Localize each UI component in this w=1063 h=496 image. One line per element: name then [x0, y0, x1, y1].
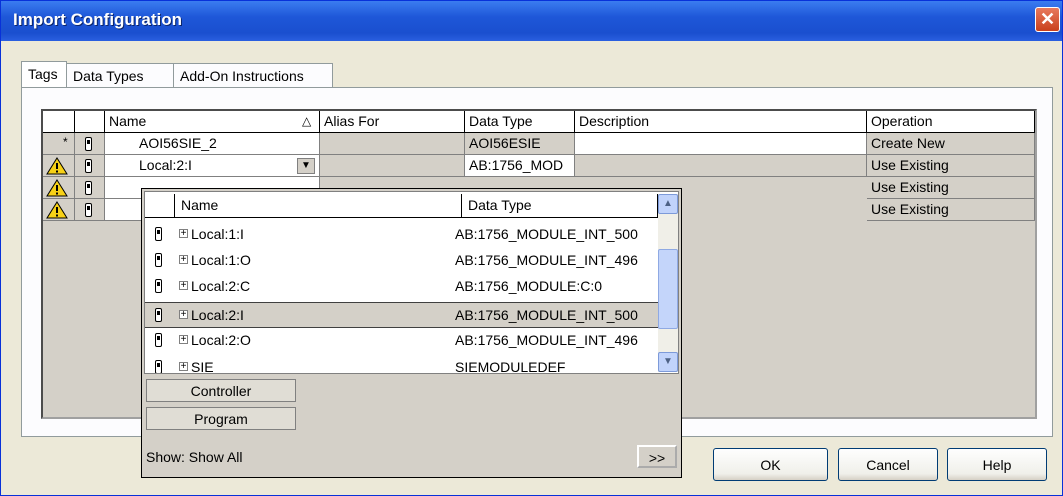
cell-name-combo[interactable]: Local:2:I ▼: [105, 155, 320, 177]
row-icon: [75, 133, 105, 155]
scroll-down-icon[interactable]: ▼: [658, 352, 678, 372]
cell-operation[interactable]: Use Existing: [867, 177, 1035, 199]
title-bar: Import Configuration ✕: [1, 1, 1062, 41]
grid-corner-header: [43, 111, 75, 133]
cell-description[interactable]: [575, 133, 867, 155]
tag-browser-item-selected[interactable]: + Local:2:I AB:1756_MODULE_INT_500: [145, 302, 658, 328]
window-title: Import Configuration: [13, 10, 183, 29]
tag-browser-item-type: AB:1756_MODULE_INT_496: [455, 332, 638, 348]
tag-icon: [155, 253, 162, 267]
tab-add-on-instructions[interactable]: Add-On Instructions: [173, 63, 333, 87]
tag-browser-item-type: AB:1756_MODULE_INT_500: [455, 226, 638, 242]
column-header-name[interactable]: Name △: [105, 111, 320, 133]
scroll-thumb[interactable]: [658, 249, 678, 329]
tag-browser-item[interactable]: + SIE SIEMODULEDEF: [145, 355, 658, 374]
expand-icon[interactable]: +: [179, 335, 188, 345]
show-filter-label: Show: Show All: [146, 449, 243, 465]
row-marker-warning: [43, 199, 75, 221]
cell-operation[interactable]: Use Existing: [867, 155, 1035, 177]
expand-icon[interactable]: +: [179, 281, 188, 291]
cell-description: [575, 155, 867, 177]
tag-browser-item[interactable]: + Local:2:O AB:1756_MODULE_INT_496: [145, 328, 658, 354]
tag-icon: [155, 279, 162, 293]
cell-operation[interactable]: Use Existing: [867, 199, 1035, 221]
column-header-alias-for[interactable]: Alias For: [320, 111, 465, 133]
more-button[interactable]: >>: [637, 445, 677, 468]
scroll-up-icon[interactable]: ▲: [658, 194, 678, 214]
row-icon: [75, 177, 105, 199]
new-row-marker: *: [63, 135, 68, 149]
cell-data-type: AB:1756_MOD: [465, 155, 575, 177]
cell-name-value: Local:2:I: [139, 157, 192, 173]
expand-icon[interactable]: +: [179, 255, 188, 265]
cancel-button[interactable]: Cancel: [838, 448, 938, 481]
cell-alias-for: [320, 133, 465, 155]
tag-browser-item-name: Local:2:O: [191, 332, 251, 348]
grid-icon-header: [75, 111, 105, 133]
row-icon: [75, 199, 105, 221]
tag-browser-item-name: SIE: [191, 359, 214, 374]
column-header-name-label: Name: [109, 113, 147, 129]
row-marker-warning: [43, 177, 75, 199]
cell-alias-for: [320, 155, 465, 177]
ok-button[interactable]: OK: [713, 448, 828, 481]
tag-browser-item[interactable]: + Local:1:I AB:1756_MODULE_INT_500: [145, 222, 658, 248]
row-icon: [75, 155, 105, 177]
expand-icon[interactable]: +: [179, 362, 188, 372]
tag-browser-list: Name Data Type + Local:1:I AB:1756_MODUL…: [144, 191, 679, 374]
tag-browser-item[interactable]: + Local:1:O AB:1756_MODULE_INT_496: [145, 248, 658, 274]
cell-operation[interactable]: Create New: [867, 133, 1035, 155]
import-configuration-window: Import Configuration ✕ Tags Data Types A…: [0, 0, 1063, 496]
help-button[interactable]: Help: [947, 448, 1047, 481]
tag-browser-scrollbar[interactable]: ▲ ▼: [658, 194, 678, 372]
tag-browser-item-type: AB:1756_MODULE:C:0: [455, 278, 603, 294]
tag-browser-item-name: Local:2:I: [191, 307, 244, 323]
column-header-description[interactable]: Description: [575, 111, 867, 133]
sort-ascending-icon: △: [302, 114, 312, 128]
scope-controller-button[interactable]: Controller: [146, 379, 296, 402]
tag-browser-item[interactable]: + Local:2:C AB:1756_MODULE:C:0: [145, 274, 658, 300]
column-header-data-type[interactable]: Data Type: [465, 111, 575, 133]
tag-browser-item-type: AB:1756_MODULE_INT_500: [455, 307, 638, 323]
tag-browser-item-type: SIEMODULEDEF: [455, 359, 566, 374]
tag-icon: [85, 181, 92, 195]
cell-name[interactable]: AOI56SIE_2: [105, 133, 320, 155]
tag-browser-dropdown: Name Data Type + Local:1:I AB:1756_MODUL…: [141, 188, 682, 478]
tag-browser-item-name: Local:2:C: [191, 278, 251, 294]
tag-icon: [155, 227, 162, 241]
close-button[interactable]: ✕: [1035, 7, 1060, 32]
warning-icon: [46, 179, 68, 197]
scope-program-button[interactable]: Program: [146, 407, 296, 430]
row-marker-warning: [43, 155, 75, 177]
tag-icon: [155, 308, 162, 322]
tag-icon: [85, 137, 92, 151]
dropdown-arrow-icon[interactable]: ▼: [297, 158, 315, 174]
tab-tags[interactable]: Tags: [21, 61, 67, 88]
tag-browser-item-type: AB:1756_MODULE_INT_496: [455, 252, 638, 268]
warning-icon: [46, 157, 68, 175]
tab-data-types[interactable]: Data Types: [66, 63, 174, 87]
tag-browser-icon-header: [145, 194, 175, 218]
tag-browser-item-name: Local:1:O: [191, 252, 251, 268]
warning-icon: [46, 201, 68, 219]
tag-browser-item-name: Local:1:I: [191, 226, 244, 242]
column-header-operation[interactable]: Operation: [867, 111, 1035, 133]
expand-icon[interactable]: +: [179, 229, 188, 239]
tag-browser-header-name[interactable]: Name: [175, 194, 462, 218]
cell-data-type: AOI56ESIE: [465, 133, 575, 155]
expand-icon[interactable]: +: [179, 310, 188, 320]
tag-browser-header-data-type[interactable]: Data Type: [462, 194, 658, 218]
tag-icon: [85, 159, 92, 173]
row-marker-new: *: [43, 133, 75, 155]
tag-icon: [155, 333, 162, 347]
tag-icon: [85, 203, 92, 217]
tag-icon: [155, 360, 162, 373]
